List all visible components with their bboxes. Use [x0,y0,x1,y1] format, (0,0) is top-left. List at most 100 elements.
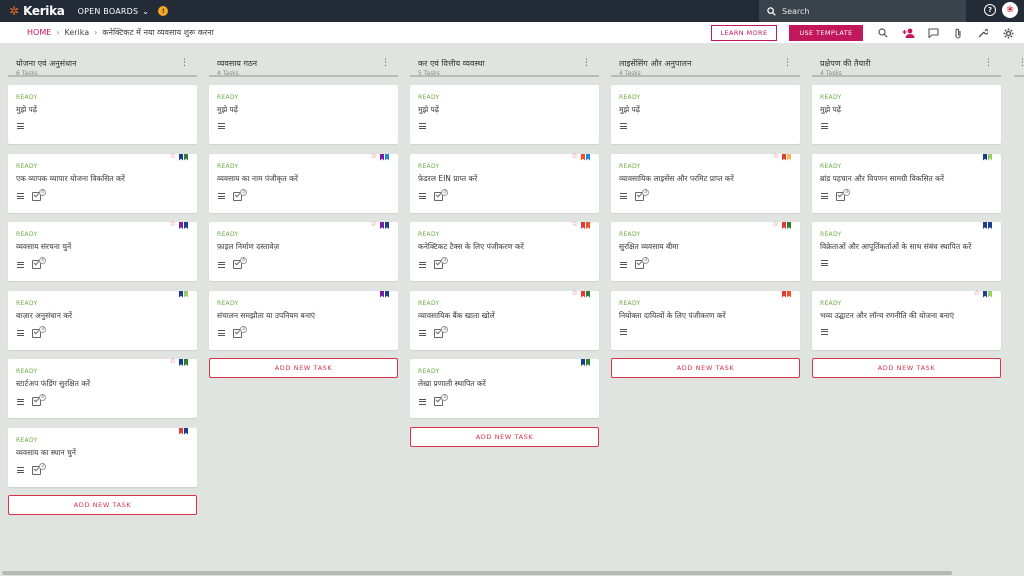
card-title[interactable]: सुरक्षित व्यवसाय बीमा [619,242,679,252]
tag-flag-icon [988,222,992,229]
star-icon[interactable]: ☆ [170,152,176,160]
task-card[interactable]: READY ब्रांड पहचान और विपणन सामग्री विकसि… [812,153,1001,213]
task-card[interactable]: READY मुझे पढ़ें [8,85,197,144]
star-icon[interactable]: ☆ [773,221,779,228]
more-vert-icon[interactable]: ⋮ [582,59,591,68]
description-icon [620,123,627,129]
description-icon [419,193,426,199]
task-card[interactable]: READY लेखा प्रणाली स्थापित करें 3 [410,359,599,418]
card-title[interactable]: बाज़ार अनुसंधान करें [16,311,72,321]
star-icon[interactable]: ☆ [371,152,377,160]
card-title[interactable]: मुझे पढ़ें [820,105,841,115]
add-new-task-button[interactable]: ADD NEW TASK [611,358,800,378]
card-title[interactable]: मुझे पढ़ें [217,105,238,115]
open-boards-label: OPEN BOARDS [77,6,139,16]
column-title[interactable]: व्यवसाय गठन [217,53,398,69]
star-icon[interactable]: ☆ [170,358,176,365]
task-card[interactable]: READY मुझे पढ़ें [209,85,398,144]
task-card[interactable]: ☆ READY फ़ाइल निर्माण दस्तावेज़ 4 [209,221,398,281]
use-template-button[interactable]: USE TEMPLATE [789,25,863,41]
add-new-task-button[interactable]: ADD NEW TASK [8,495,197,515]
learn-more-button[interactable]: LEARN MORE [711,25,777,41]
task-card[interactable]: READY संचालन समझौता या उपनियम बनाएं 3 [209,290,398,350]
chat-icon[interactable] [926,26,940,40]
card-title[interactable]: फ़ेडरल EIN प्राप्त करें [418,174,477,184]
add-new-task-button[interactable]: ADD NEW TASK [812,358,1001,378]
horizontal-scrollbar[interactable] [0,570,1024,576]
task-card[interactable]: ☆ READY स्टार्टअप फंडिंग सुरक्षित करें 4 [8,358,197,418]
card-title[interactable]: मुझे पढ़ें [619,105,640,115]
task-card[interactable]: ☆ READY भव्य उद्घाटन और लॉन्च रणनीति की यो… [812,289,1001,350]
card-title[interactable]: मुझे पढ़ें [16,105,37,115]
task-card[interactable]: ☆ READY व्यवसाय का नाम पंजीकृत करें 3 [209,152,398,213]
search-icon[interactable] [876,26,890,40]
more-vert-icon[interactable]: ⋮ [381,59,390,68]
kerika-logo[interactable]: ✲ Kerika [9,4,65,18]
add-new-task-button[interactable]: ADD NEW TASK [209,358,398,378]
add-person-icon[interactable] [901,26,915,40]
task-card[interactable]: ☆ READY कनेक्टिकट टैक्स के लिए पंजीकरण करे… [410,221,599,281]
attachment-icon[interactable] [951,26,965,40]
card-title[interactable]: फ़ाइल निर्माण दस्तावेज़ [217,242,279,252]
more-vert-icon[interactable]: ⋮ [180,59,189,68]
card-title[interactable]: भव्य उद्घाटन और लॉन्च रणनीति की योजना बन… [820,311,954,321]
breadcrumb-org[interactable]: Kerika [64,28,89,37]
search-input[interactable]: Search [759,0,966,22]
column-title[interactable]: लाइसेंसिंग और अनुपालन [619,53,800,69]
card-title[interactable]: व्यवसाय का नाम पंजीकृत करें [217,174,298,184]
breadcrumb-home[interactable]: HOME [27,28,51,37]
wrench-icon[interactable] [976,26,990,40]
task-card[interactable]: READY बाज़ार अनुसंधान करें 3 [8,290,197,350]
board-column: कर एवं वित्तीय व्यवस्था 5 Tasks ⋮ READY मुझे… [410,53,599,447]
task-card[interactable]: READY मुझे पढ़ें [812,85,1001,144]
star-icon[interactable]: ☆ [773,152,779,160]
column-title[interactable]: प्रक्षेपण की तैयारी [820,53,1001,69]
card-title[interactable]: नियोक्ता दायित्वों के लिए पंजीकरण करें [619,311,726,321]
task-card[interactable]: ☆ READY एक व्यापक व्यापार योजना विकसित करे… [8,152,197,213]
card-title[interactable]: विक्रेताओं और आपूर्तिकर्ताओं के साथ संबं… [820,242,971,252]
column-title[interactable]: योजना एवं अनुसंधान [16,53,197,69]
card-title[interactable]: व्यवसाय का स्थान चुनें [16,448,76,458]
card-title[interactable]: व्यावसायिक लाइसेंस और परमिट प्राप्त करें [619,174,734,184]
task-card[interactable]: ☆ READY सुरक्षित व्यवसाय बीमा 3 [611,221,800,281]
star-icon[interactable]: ☆ [170,221,176,228]
star-icon[interactable]: ☆ [572,221,578,228]
task-card[interactable]: ☆ READY व्यावसायिक बैंक खाता खोलें 3 [410,289,599,350]
task-card[interactable]: READY विक्रेताओं और आपूर्तिकर्ताओं के साथ… [812,222,1001,281]
task-card[interactable]: READY मुझे पढ़ें [611,85,800,144]
more-vert-icon[interactable]: ⋮ [1018,59,1024,68]
card-title[interactable]: एक व्यापक व्यापार योजना विकसित करें [16,174,125,184]
task-card[interactable]: ☆ READY व्यावसायिक लाइसेंस और परमिट प्राप्… [611,152,800,213]
scrollbar-thumb[interactable] [2,571,952,575]
add-new-task-button[interactable]: ADD NEW TASK [410,426,599,447]
open-boards-menu[interactable]: OPEN BOARDS ⌄ [78,7,150,16]
card-title[interactable]: ब्रांड पहचान और विपणन सामग्री विकसित करे… [820,174,944,184]
avatar[interactable]: ❀ [1002,2,1018,18]
card-title[interactable]: लेखा प्रणाली स्थापित करें [418,379,486,389]
card-title[interactable]: मुझे पढ़ें [418,105,439,115]
star-icon[interactable]: ☆ [974,289,980,297]
help-icon[interactable]: ? [984,4,996,16]
task-card[interactable]: ☆ READY व्यवसाय संरचना चुनें 4 [8,221,197,281]
task-card[interactable]: READY मुझे पढ़ें [410,85,599,144]
star-icon[interactable]: ☆ [572,152,578,160]
notification-icon[interactable]: ! [158,6,169,16]
card-title[interactable]: व्यावसायिक बैंक खाता खोलें [418,311,495,321]
tag-flag-icon [988,153,992,161]
gear-icon[interactable] [1001,26,1015,40]
star-icon[interactable]: ☆ [371,221,377,228]
column-title[interactable]: कर एवं वित्तीय व्यवस्था [418,53,599,69]
more-vert-icon[interactable]: ⋮ [783,59,792,68]
column-header: ⋮ [1014,53,1024,77]
task-card[interactable]: READY व्यवसाय का स्थान चुनें 3 [8,427,197,487]
star-icon[interactable]: ☆ [572,289,578,297]
card-title[interactable]: संचालन समझौता या उपनियम बनाएं [217,311,315,321]
task-card[interactable]: ☆ READY फ़ेडरल EIN प्राप्त करें 3 [410,152,599,213]
card-title[interactable]: स्टार्टअप फंडिंग सुरक्षित करें [16,379,90,389]
card-title[interactable]: व्यवसाय संरचना चुनें [16,242,71,252]
card-tags: ☆ [371,221,389,229]
card-title[interactable]: कनेक्टिकट टैक्स के लिए पंजीकरण करें [418,242,524,252]
column-header: व्यवसाय गठन 4 Tasks ⋮ [209,53,398,77]
more-vert-icon[interactable]: ⋮ [984,59,993,68]
task-card[interactable]: READY नियोक्ता दायित्वों के लिए पंजीकरण क… [611,290,800,350]
